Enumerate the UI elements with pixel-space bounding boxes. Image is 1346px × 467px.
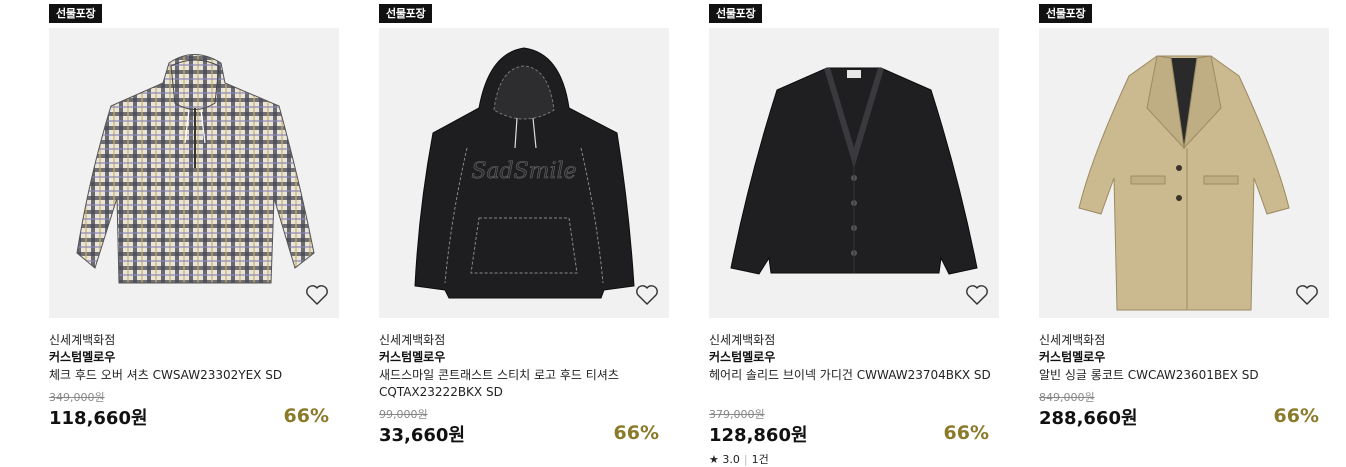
sale-price: 118,660원 (49, 408, 148, 429)
rating: ★ 3.0 | 1건 (709, 451, 769, 467)
product-name[interactable]: 새드스마일 콘트래스트 스티치 로고 후드 티셔츠 CQTAX23222BKX … (379, 367, 664, 401)
heart-outline-icon[interactable] (635, 284, 659, 306)
store-name: 신세계백화점 (49, 333, 116, 347)
discount-rate: 66% (943, 422, 989, 444)
gift-wrap-badge: 선물포장 (1039, 4, 1093, 23)
heart-outline-icon[interactable] (965, 284, 989, 306)
original-price: 99,000원 (379, 408, 428, 421)
original-price: 379,000원 (709, 408, 765, 421)
store-name: 신세계백화점 (379, 333, 446, 347)
original-price: 349,000원 (49, 391, 105, 404)
sale-price: 128,860원 (709, 425, 808, 446)
product-image[interactable]: SadSmile (379, 28, 669, 318)
store-name: 신세계백화점 (1039, 333, 1106, 347)
discount-rate: 66% (613, 422, 659, 444)
gift-wrap-badge: 선물포장 (379, 4, 433, 23)
product-name[interactable]: 헤어리 솔리드 브이넥 가디건 CWWAW23704BKX SD (709, 367, 994, 384)
svg-text:SadSmile: SadSmile (471, 159, 576, 184)
star-icon: ★ (709, 453, 719, 466)
sale-price: 288,660원 (1039, 408, 1138, 429)
product-image[interactable] (709, 28, 999, 318)
product-card[interactable]: 선물포장 SadSmile 신세계백화점 커스텀멜로우 새드스마일 콘트래스트 … (379, 0, 669, 466)
discount-rate: 66% (1273, 405, 1319, 427)
sale-price: 33,660원 (379, 425, 466, 446)
product-card[interactable]: 선물포장 신세계백화점 커스텀멜로우 체크 후드 오버 셔츠 CWSAW2330… (49, 0, 339, 466)
rating-divider: | (743, 453, 748, 466)
review-count: 1건 (751, 453, 769, 466)
original-price: 849,000원 (1039, 391, 1095, 404)
heart-outline-icon[interactable] (305, 284, 329, 306)
brand-name: 커스텀멜로우 (49, 350, 116, 364)
product-name[interactable]: 알빈 싱글 롱코트 CWCAW23601BEX SD (1039, 367, 1324, 384)
brand-name: 커스텀멜로우 (1039, 350, 1106, 364)
discount-rate: 66% (283, 405, 329, 427)
heart-outline-icon[interactable] (1295, 284, 1319, 306)
gift-wrap-badge: 선물포장 (49, 4, 103, 23)
beige-coat-image (1078, 55, 1290, 311)
store-name: 신세계백화점 (709, 333, 776, 347)
brand-name: 커스텀멜로우 (379, 350, 446, 364)
product-name[interactable]: 체크 후드 오버 셔츠 CWSAW23302YEX SD (49, 367, 334, 384)
product-card[interactable]: 선물포장 신세계백화점 커스텀멜로우 헤어리 솔리드 브이넥 가디건 CWWAW… (709, 0, 999, 466)
black-cardigan-image (730, 67, 978, 275)
product-card[interactable]: 선물포장 신세계백화점 커스텀멜로우 알빈 싱글 롱코트 CWCAW23601B… (1039, 0, 1329, 466)
black-hoodie-image: SadSmile (414, 47, 635, 299)
product-image[interactable] (49, 28, 339, 318)
checked-shirt-image (76, 54, 315, 284)
rating-score: 3.0 (722, 453, 740, 466)
gift-wrap-badge: 선물포장 (709, 4, 763, 23)
brand-name: 커스텀멜로우 (709, 350, 776, 364)
product-image[interactable] (1039, 28, 1329, 318)
